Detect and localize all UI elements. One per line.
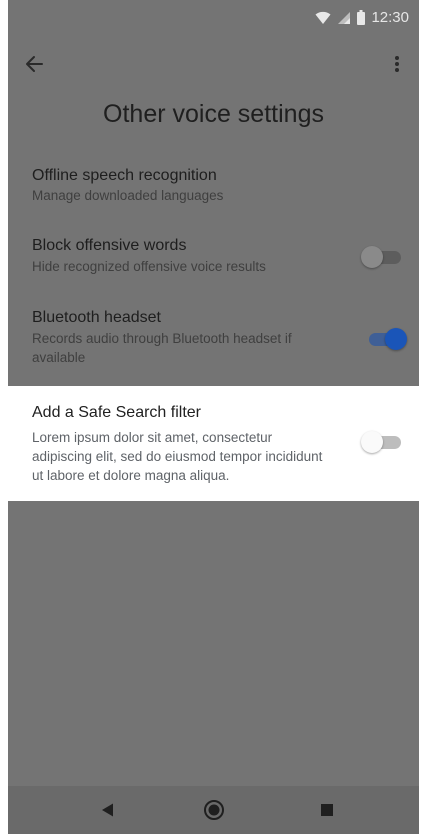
nav-back-icon bbox=[102, 803, 113, 817]
arrow-back-icon bbox=[26, 56, 43, 72]
status-bar: 12:30 bbox=[8, 0, 419, 34]
nav-recents-icon bbox=[321, 804, 333, 816]
overflow-menu-button[interactable] bbox=[385, 50, 409, 78]
setting-title: Bluetooth headset bbox=[32, 309, 161, 326]
back-button[interactable] bbox=[24, 52, 52, 76]
wifi-icon bbox=[315, 11, 331, 24]
nav-home-button[interactable] bbox=[202, 798, 226, 822]
setting-subtitle: Records audio through Bluetooth headset … bbox=[32, 331, 292, 365]
system-nav-bar bbox=[8, 786, 419, 834]
setting-offline-speech[interactable]: Offline speech recognition Manage downlo… bbox=[8, 160, 419, 210]
cell-signal-icon bbox=[338, 11, 351, 24]
setting-title: Add a Safe Search filter bbox=[32, 404, 201, 421]
setting-subtitle: Manage downloaded languages bbox=[32, 188, 224, 203]
app-bar bbox=[8, 44, 419, 84]
setting-subtitle: Lorem ipsum dolor sit amet, consectetur … bbox=[32, 430, 323, 483]
setting-block-offensive[interactable]: Block offensive words Hide recognized of… bbox=[8, 230, 419, 280]
more-vert-icon bbox=[395, 56, 399, 72]
safe-search-toggle[interactable] bbox=[361, 429, 407, 455]
status-time: 12:30 bbox=[371, 9, 409, 26]
setting-title: Block offensive words bbox=[32, 237, 187, 254]
nav-back-button[interactable] bbox=[96, 798, 120, 822]
block-offensive-toggle[interactable] bbox=[361, 244, 407, 270]
settings-screen: 12:30 Other voice settings Offline speec… bbox=[8, 0, 419, 834]
nav-recents-button[interactable] bbox=[315, 798, 339, 822]
setting-bluetooth-headset[interactable]: Bluetooth headset Records audio through … bbox=[8, 302, 419, 372]
bluetooth-headset-toggle[interactable] bbox=[361, 326, 407, 352]
page-title: Other voice settings bbox=[103, 100, 324, 128]
nav-home-icon bbox=[204, 800, 224, 820]
setting-title: Offline speech recognition bbox=[32, 167, 217, 184]
battery-icon bbox=[357, 10, 366, 25]
setting-subtitle: Hide recognized offensive voice results bbox=[32, 259, 266, 274]
setting-safe-search-card[interactable]: Add a Safe Search filter Lorem ipsum dol… bbox=[8, 386, 419, 501]
